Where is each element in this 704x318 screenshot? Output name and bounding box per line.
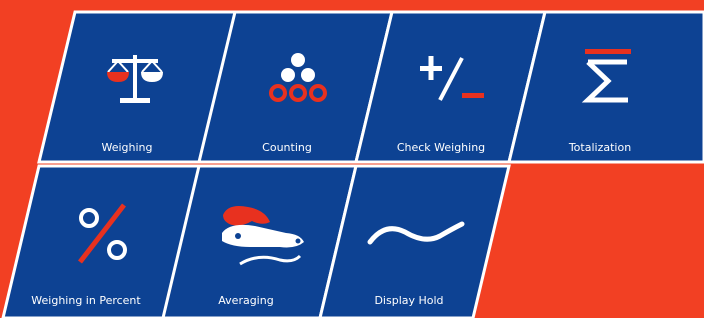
mode-tile-grid (1, 10, 704, 318)
tile-totalization[interactable] (507, 10, 704, 164)
tile-label-averaging: Averaging (218, 294, 274, 307)
tile-label-weighing: Weighing (101, 141, 153, 154)
tile-label-totalization: Totalization (568, 141, 632, 154)
tile-label-counting: Counting (262, 141, 312, 154)
tile-label-display-hold: Display Hold (374, 294, 444, 307)
tile-label-weighing-in-percent: Weighing in Percent (31, 294, 141, 307)
tile-label-check-weighing: Check Weighing (396, 141, 486, 154)
